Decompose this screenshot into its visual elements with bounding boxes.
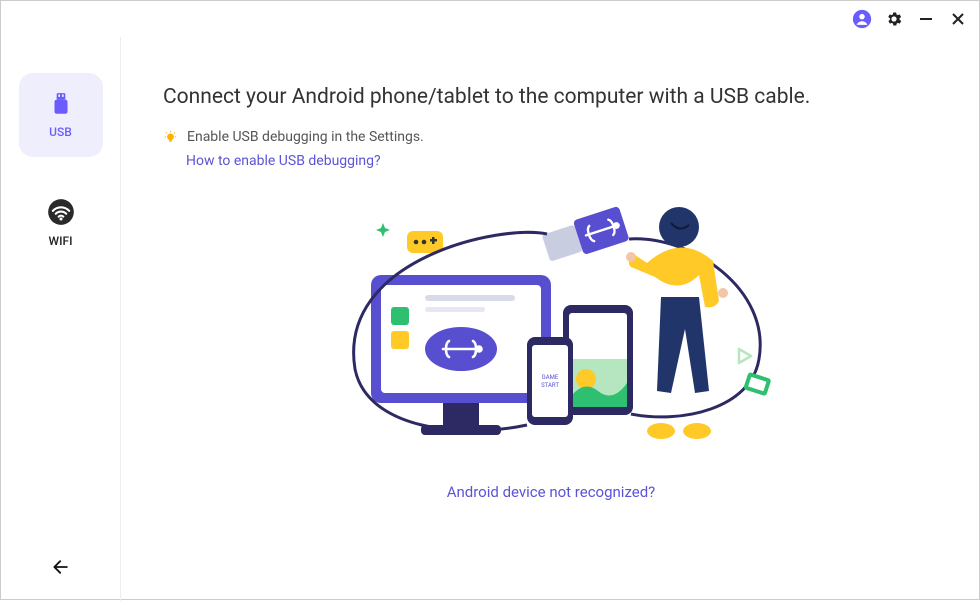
- tab-usb[interactable]: USB: [19, 73, 103, 157]
- headline: Connect your Android phone/tablet to the…: [163, 85, 939, 109]
- back-button[interactable]: [51, 557, 71, 581]
- titlebar: [1, 1, 979, 37]
- minimize-button[interactable]: [913, 6, 939, 32]
- tip-row: Enable USB debugging in the Settings.: [163, 129, 939, 145]
- help-link-usb-debugging[interactable]: How to enable USB debugging?: [186, 153, 939, 169]
- tab-usb-label: USB: [49, 125, 72, 139]
- back-arrow-icon: [51, 557, 71, 577]
- device-not-recognized-link[interactable]: Android device not recognized?: [163, 483, 939, 501]
- gear-icon: [885, 10, 903, 28]
- settings-button[interactable]: [881, 6, 907, 32]
- close-button[interactable]: [945, 6, 971, 32]
- lightbulb-icon: [163, 130, 178, 145]
- main-panel: Connect your Android phone/tablet to the…: [121, 37, 979, 601]
- sidebar: USB WIFI: [1, 37, 121, 601]
- body: USB WIFI Connect your Android phone/tabl…: [1, 37, 979, 601]
- account-icon: [852, 9, 872, 29]
- wifi-icon: [47, 198, 75, 226]
- svg-text:GAME: GAME: [542, 374, 559, 381]
- connect-illustration: GAME START: [331, 199, 771, 459]
- minimize-icon: [919, 12, 933, 26]
- tab-wifi[interactable]: WIFI: [19, 181, 103, 265]
- close-icon: [951, 12, 965, 26]
- tab-wifi-label: WIFI: [49, 234, 73, 248]
- account-button[interactable]: [849, 6, 875, 32]
- svg-text:START: START: [541, 382, 559, 389]
- usb-icon: [48, 91, 74, 117]
- tip-text: Enable USB debugging in the Settings.: [187, 129, 424, 145]
